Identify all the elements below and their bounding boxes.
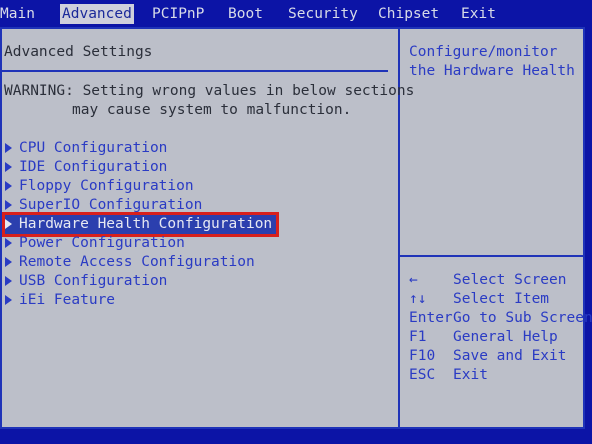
- submenu-arrow-icon: [5, 276, 12, 286]
- page-title: Advanced Settings: [4, 44, 153, 60]
- menu-item-superio-configuration[interactable]: SuperIO Configuration: [5, 196, 202, 215]
- menu-item-usb-configuration[interactable]: USB Configuration: [5, 272, 167, 291]
- f10-key: F10: [409, 348, 436, 364]
- menu-item-hardware-health-configuration[interactable]: Hardware Health Configuration: [5, 215, 277, 234]
- key-hint-esc: ESC Exit: [409, 367, 488, 383]
- tab-main[interactable]: Main: [0, 4, 35, 24]
- help-text-line-1: Configure/monitor: [409, 44, 558, 60]
- tab-advanced[interactable]: Advanced: [60, 4, 134, 24]
- submenu-arrow-icon: [5, 238, 12, 248]
- help-divider: [400, 255, 583, 257]
- tab-boot[interactable]: Boot: [228, 4, 263, 24]
- submenu-arrow-icon: [5, 257, 12, 267]
- submenu-arrow-icon: [5, 200, 12, 210]
- left-arrow-key: ←: [409, 272, 418, 288]
- help-text-line-2: the Hardware Health: [409, 63, 575, 79]
- submenu-arrow-icon: [5, 181, 12, 191]
- key-hint-f10: F10 Save and Exit: [409, 348, 567, 364]
- menu-item-power-configuration[interactable]: Power Configuration: [5, 234, 185, 253]
- tab-exit[interactable]: Exit: [461, 4, 496, 24]
- title-underline: [2, 70, 388, 72]
- submenu-arrow-icon: [5, 162, 12, 172]
- settings-panel: Advanced Settings WARNING: Setting wrong…: [0, 27, 585, 429]
- bottom-bar: [0, 429, 592, 444]
- tab-security[interactable]: Security: [288, 4, 358, 24]
- f1-key: F1: [409, 329, 427, 345]
- menu-item-iei-feature[interactable]: iEi Feature: [5, 291, 115, 310]
- menu-item-remote-access-configuration[interactable]: Remote Access Configuration: [5, 253, 255, 272]
- submenu-arrow-icon: [5, 219, 12, 229]
- menu-bar: Main Advanced PCIPnP Boot Security Chips…: [0, 0, 592, 27]
- enter-key: Enter: [409, 310, 453, 326]
- warning-line-2: may cause system to malfunction.: [72, 102, 352, 118]
- tab-pcipnp[interactable]: PCIPnP: [152, 4, 204, 24]
- menu-item-floppy-configuration[interactable]: Floppy Configuration: [5, 177, 194, 196]
- esc-key: ESC: [409, 367, 436, 383]
- submenu-arrow-icon: [5, 143, 12, 153]
- up-down-arrow-key: ↑↓: [409, 291, 427, 307]
- tab-chipset[interactable]: Chipset: [378, 4, 439, 24]
- key-hint-select-item: ↑↓ Select Item: [409, 291, 550, 307]
- key-hint-enter: EnterGo to Sub Screen: [409, 310, 592, 326]
- key-hint-f1: F1 General Help: [409, 329, 558, 345]
- menu-item-cpu-configuration[interactable]: CPU Configuration: [5, 139, 167, 158]
- key-hint-select-screen: ← Select Screen: [409, 272, 567, 288]
- submenu-arrow-icon: [5, 295, 12, 305]
- menu-item-ide-configuration[interactable]: IDE Configuration: [5, 158, 167, 177]
- warning-line-1: WARNING: Setting wrong values in below s…: [4, 83, 415, 99]
